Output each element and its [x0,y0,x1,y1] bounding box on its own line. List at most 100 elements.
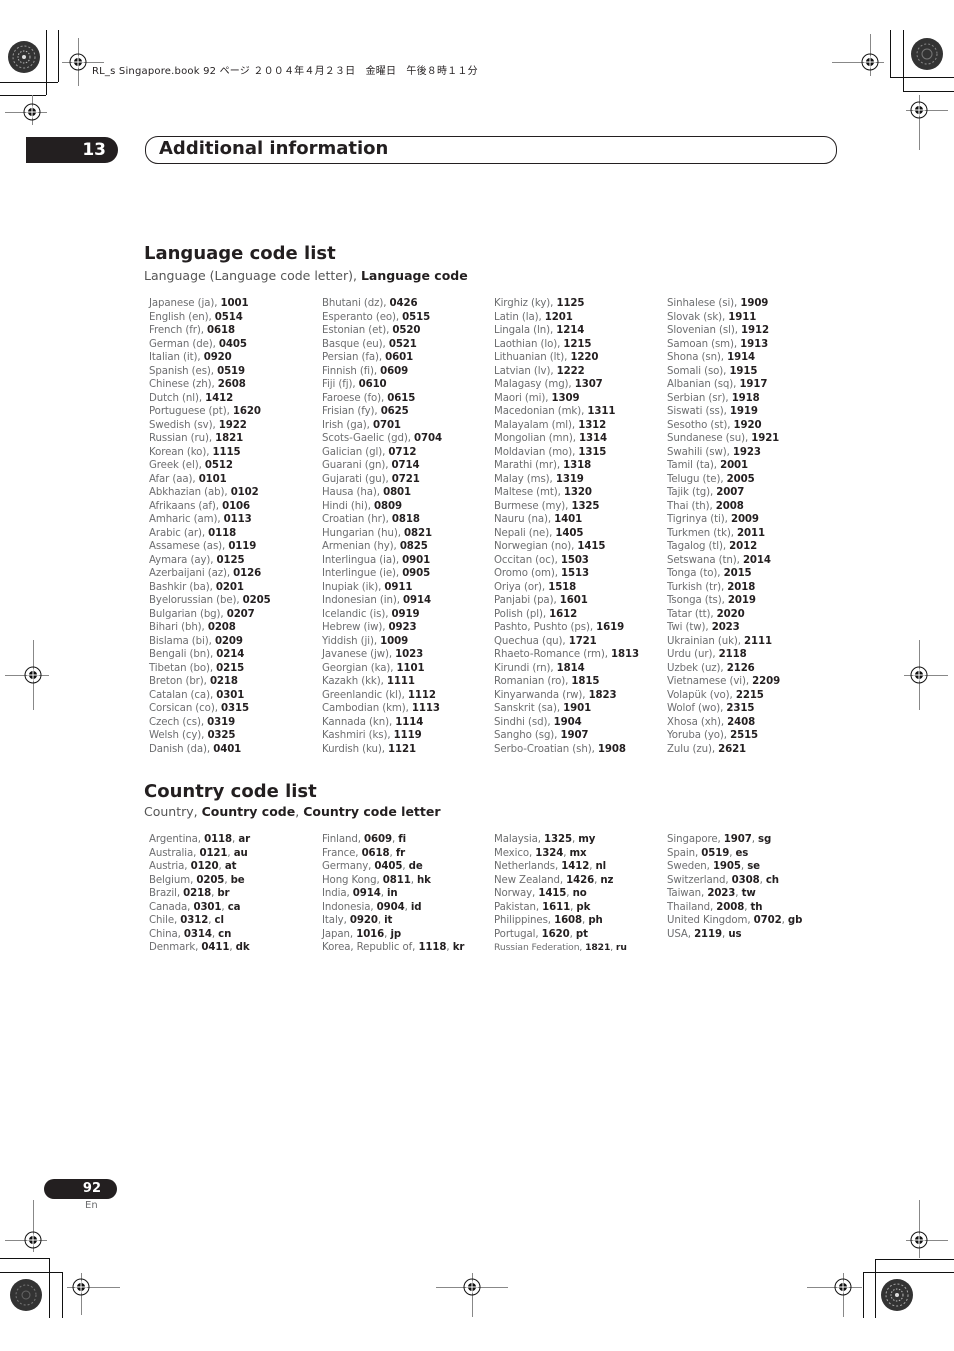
language-name: Scots-Gaelic (gd), [322,433,415,444]
language-code: 0325 [207,730,236,741]
language-code: 0818 [391,514,420,525]
language-code: 1319 [555,473,584,485]
crop-line [0,82,58,83]
language-name: Quechua (qu), [494,635,569,647]
language-code: 0721 [391,473,420,485]
language-entry: Bashkir (ba), 0201 [149,581,321,595]
language-entry: Bislama (bi), 0209 [149,635,321,649]
language-code: 1412 [205,392,234,404]
crop-line [903,91,954,92]
crop-line [0,95,46,96]
language-name: Irish (ga), [322,419,373,431]
language-entry: Hebrew (iw), 0923 [322,621,494,635]
language-code: 1911 [728,311,757,323]
language-code: 2011 [737,527,765,539]
crop-line [0,1258,49,1259]
country-entry: United Kingdom, 0702, gb [667,914,839,928]
language-entry: Greek (el), 0512 [149,459,321,473]
language-code: 2014 [742,554,771,566]
country-entry: Singapore, 1907, sg [667,833,839,847]
language-entry: Yoruba (yo), 2515 [667,729,839,743]
language-entry: Scots-Gaelic (gd), 0704 [322,432,494,446]
country-code: 1324 [535,847,564,859]
country-code: 0121 [199,847,228,859]
language-code: 1915 [729,365,758,377]
language-name: Guarani (gn), [322,460,392,471]
language-entry: French (fr), 0618 [149,324,321,338]
language-name: Occitan (oc), [494,554,561,566]
country-letter: in [387,888,398,899]
language-name: Kashmiri (ks), [322,730,394,741]
language-name: Tsonga (ts), [667,595,728,606]
language-code: 1311 [587,406,616,417]
language-name: German (de), [149,338,219,350]
language-code: 0209 [214,635,243,647]
chapter-number: 13 [82,140,106,160]
language-entry: Frisian (fy), 0625 [322,405,494,419]
country-code: 1016 [356,928,385,940]
country-entry: Norway, 1415, no [494,887,666,901]
language-entry: Danish (da), 0401 [149,743,321,757]
country-entry: France, 0618, fr [322,847,494,861]
language-name: Kirghiz (ky), [494,298,557,309]
language-entry: Oromo (om), 1513 [494,567,666,581]
language-entry: Tajik (tg), 2007 [667,486,839,500]
language-entry: Chinese (zh), 2608 [149,378,321,392]
language-entry: Kirghiz (ky), 1125 [494,297,666,311]
language-entry: Somali (so), 1915 [667,365,839,379]
country-entry: Denmark, 0411, dk [149,941,321,955]
language-code: 0821 [403,527,432,539]
language-code: 2009 [730,514,759,525]
language-code: 0625 [380,406,409,417]
country-letter: ch [765,874,779,886]
language-code: 1518 [548,581,577,593]
language-name: Finnish (fi), [322,365,381,377]
language-name: Kirundi (rn), [494,662,557,674]
language-code: 0615 [387,392,416,404]
language-entry: Corsican (co), 0315 [149,702,321,716]
country-code: 0411 [201,942,230,953]
language-name: Tajik (tg), [667,487,717,498]
language-name: Yoruba (yo), [667,730,731,741]
language-name: Sanskrit (sa), [494,703,564,714]
country-letter: au [233,847,248,859]
language-name: Lingala (ln), [494,325,557,336]
language-name: Malay (ms), [494,473,556,485]
language-name: Fiji (fj), [322,379,359,390]
country-code: 1608 [554,915,583,926]
language-entry: Malay (ms), 1319 [494,473,666,487]
language-code: 0618 [207,325,235,336]
language-entry: Setswana (tn), 2014 [667,554,839,568]
language-code: 1009 [380,635,409,647]
language-code: 1111 [386,676,415,687]
country-code: 2008 [716,901,745,913]
language-code: 0911 [384,581,413,593]
country-code: 0904 [376,901,405,913]
language-code: 2008 [715,500,744,512]
language-name: Korean (ko), [149,446,213,458]
country-code: 0301 [193,901,222,913]
language-entry: Persian (fa), 0601 [322,351,494,365]
page-number: 92 [82,1181,101,1196]
print-file-header: RL_s Singapore.book 92 ページ ２００４年４月２３日 金曜… [92,66,478,77]
country-name: Canada, [149,901,194,913]
language-name: Hungarian (hu), [322,527,404,539]
country-name: France, [322,847,362,859]
language-name: Thai (th), [667,500,716,512]
crop-line [863,1272,864,1318]
language-entry: Shona (sn), 1914 [667,351,839,365]
language-code: 0118 [208,527,237,539]
language-entry: Azerbaijani (az), 0126 [149,567,321,581]
language-code: 0521 [388,338,417,350]
crop-line [890,77,954,78]
language-code: 0319 [207,716,236,728]
language-entry: Estonian (et), 0520 [322,324,494,338]
language-name: Maori (mi), [494,392,552,404]
language-entry: Xhosa (xh), 2408 [667,716,839,730]
country-name: Thailand, [667,901,717,913]
language-entry: Esperanto (eo), 0515 [322,311,494,325]
language-code: 1113 [411,703,440,714]
language-code: 1415 [577,541,606,552]
language-entry: Quechua (qu), 1721 [494,635,666,649]
language-code: 1307 [574,379,603,390]
